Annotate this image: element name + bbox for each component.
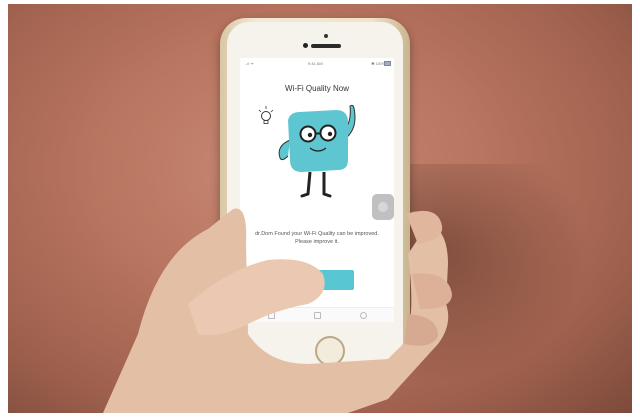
photo: ..ıl ᯤ 9:41 AM ✱ 100% Wi-Fi Quality Now bbox=[8, 4, 632, 413]
hand bbox=[103, 208, 452, 413]
